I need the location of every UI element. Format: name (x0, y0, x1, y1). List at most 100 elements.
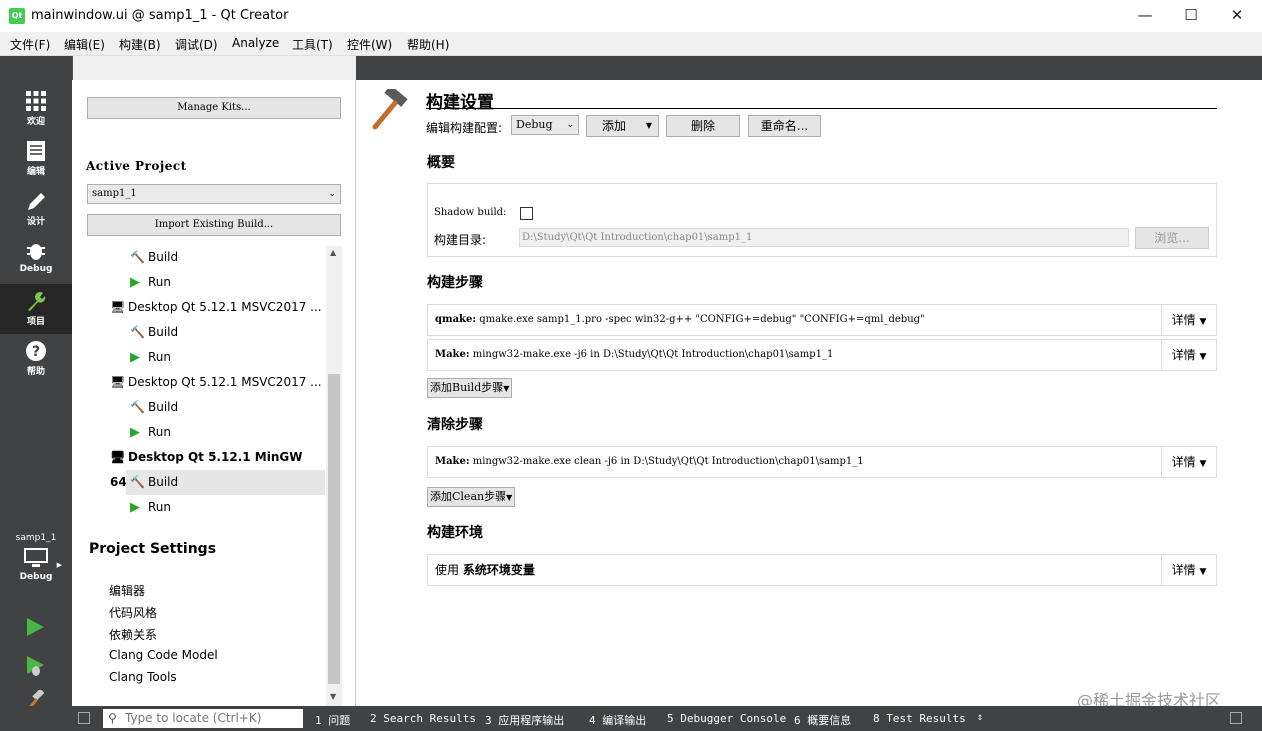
settings-code-style[interactable]: 代码风格 (109, 604, 157, 621)
status-bar: ⚲ Type to locate (Ctrl+K) 1 问题 2 Search … (72, 706, 1262, 731)
details-button[interactable]: 详情 ▼ (1161, 555, 1216, 585)
chevron-down-icon: ⌄ (328, 189, 336, 199)
dropdown-arrow-icon: ▼ (645, 121, 652, 130)
step-args: qmake.exe samp1_1.pro -spec win32-g++ "C… (479, 314, 925, 325)
scroll-down-icon[interactable]: ▼ (330, 692, 336, 701)
step-args: mingw32-make.exe clean -j6 in D:\Study\Q… (472, 456, 864, 467)
window-title: mainwindow.ui @ samp1_1 - Qt Creator (31, 8, 289, 23)
pane-issues[interactable]: 1 问题 (315, 712, 350, 728)
help-icon: ? (26, 341, 46, 361)
tree-kit-mingw[interactable]: 🖥Desktop Qt 5.12.1 MinGW 64... (110, 445, 325, 489)
locate-input[interactable]: ⚲ Type to locate (Ctrl+K) (103, 709, 303, 728)
mode-debug[interactable]: Debug (0, 234, 72, 284)
tree-kit-msvc-2[interactable]: 🖥 Desktop Qt 5.12.1 MSVC2017 ... (110, 370, 325, 395)
tree-kit-msvc-1[interactable]: 🖥 Desktop Qt 5.12.1 MSVC2017 ... (110, 295, 325, 320)
tree-run[interactable]: ▶ Run (130, 270, 325, 295)
hammer-icon: 🔨 (130, 400, 145, 414)
hammer-icon: 🔨 (130, 475, 145, 489)
config-combo[interactable]: Debug ⌄ (511, 115, 579, 135)
scrollbar-thumb[interactable] (328, 374, 340, 684)
pane-search-results[interactable]: 2 Search Results (370, 712, 476, 725)
menu-widgets[interactable]: 控件(W) (347, 36, 392, 53)
dropdown-arrow-icon: ▼ (1199, 352, 1207, 362)
clean-step-make: Make: mingw32-make.exe clean -j6 in D:\S… (427, 446, 1217, 478)
active-project-combo[interactable]: samp1_1 ⌄ (87, 184, 341, 204)
build-step-qmake: qmake: qmake.exe samp1_1.pro -spec win32… (427, 304, 1217, 336)
sidebar-scrollbar[interactable]: ▲ ▼ (326, 246, 342, 706)
mode-help[interactable]: ? 帮助 (0, 334, 72, 384)
mode-design[interactable]: 设计 (0, 184, 72, 234)
details-button[interactable]: 详情 ▼ (1161, 305, 1216, 335)
menu-analyze[interactable]: Analyze (232, 36, 279, 50)
debug-run-button[interactable] (24, 654, 46, 681)
browse-button[interactable]: 浏览... (1135, 227, 1209, 249)
details-button[interactable]: 详情 ▼ (1161, 447, 1216, 477)
scroll-up-icon[interactable]: ▲ (330, 248, 336, 257)
pane-app-output[interactable]: 3 应用程序输出 (485, 712, 564, 728)
kit-arrow-icon: ▶ (56, 561, 62, 569)
pane-switch-icon[interactable]: ⇕ (977, 712, 983, 723)
build-steps-heading: 构建步骤 (427, 275, 483, 291)
add-clean-step-button[interactable]: 添加Clean步骤▼ (427, 487, 516, 507)
qt-icon: Qt (9, 8, 25, 24)
shadow-build-label: Shadow build: (434, 207, 507, 218)
shadow-build-checkbox[interactable] (520, 207, 533, 220)
mode-welcome[interactable]: 欢迎 (0, 84, 72, 134)
search-icon: ⚲ (108, 711, 117, 725)
add-config-button[interactable]: 添加 ▼ (586, 115, 659, 137)
pane-general-messages[interactable]: 6 概要信息 (794, 712, 851, 728)
document-icon (27, 141, 45, 161)
tree-run[interactable]: ▶ Run (130, 345, 325, 370)
page-title: 构建设置 (426, 93, 494, 113)
run-icon (27, 618, 44, 636)
tree-run[interactable]: ▶ Run (130, 495, 325, 520)
pane-compile-output[interactable]: 4 编译输出 (589, 712, 646, 728)
pencil-icon (28, 193, 45, 210)
pane-test-results[interactable]: 8 Test Results (873, 712, 966, 725)
dropdown-arrow-icon: ▼ (1199, 567, 1207, 577)
menu-build[interactable]: 构建(B) (119, 36, 161, 53)
tree-run[interactable]: ▶ Run (130, 420, 325, 445)
run-button[interactable] (24, 616, 46, 641)
menu-tools[interactable]: 工具(T) (292, 36, 333, 53)
tree-build[interactable]: 🔨 Build (130, 395, 325, 420)
menu-help[interactable]: 帮助(H) (407, 36, 449, 53)
rename-config-button[interactable]: 重命名... (748, 115, 821, 137)
maximize-button[interactable]: ☐ (1168, 0, 1214, 32)
pane-debugger-console[interactable]: 5 Debugger Console (667, 712, 786, 725)
sidebar-toggle-icon[interactable] (78, 712, 90, 724)
statusbar-left (0, 706, 72, 731)
mode-edit[interactable]: 编辑 (0, 134, 72, 184)
overview-panel: Shadow build: 构建目录: D:\Study\Qt\Qt Intro… (427, 183, 1217, 257)
dropdown-arrow-icon: ▼ (1199, 459, 1207, 469)
manage-kits-button[interactable]: Manage Kits... (87, 97, 341, 119)
settings-editor[interactable]: 编辑器 (109, 582, 145, 599)
grid-icon (26, 91, 46, 111)
tree-build[interactable]: 🔨 Build (130, 320, 325, 345)
minimize-button[interactable]: — (1122, 0, 1168, 32)
title-underline (426, 108, 1217, 109)
monitor-icon: 🖥 (110, 375, 126, 389)
settings-clang-code-model[interactable]: Clang Code Model (109, 648, 218, 662)
tree-build[interactable]: 🔨 Build (130, 245, 325, 270)
settings-dependencies[interactable]: 依赖关系 (109, 626, 157, 643)
close-button[interactable]: ✕ (1214, 0, 1260, 32)
add-build-step-button[interactable]: 添加Build步骤▼ (427, 378, 513, 398)
import-build-button[interactable]: Import Existing Build... (87, 214, 341, 236)
menu-edit[interactable]: 编辑(E) (64, 36, 105, 53)
settings-clang-tools[interactable]: Clang Tools (109, 670, 177, 684)
menu-file[interactable]: 文件(F) (10, 36, 50, 53)
build-dir-field[interactable]: D:\Study\Qt\Qt Introduction\chap01\samp1… (519, 228, 1129, 247)
tree-build-selected[interactable]: 🔨 Build (126, 470, 325, 495)
delete-config-button[interactable]: 删除 (666, 115, 740, 137)
active-project-value: samp1_1 (92, 188, 137, 199)
menu-debug[interactable]: 调试(D) (175, 36, 218, 53)
kit-selector[interactable]: samp1_1 ▶ Debug (0, 524, 72, 604)
env-heading: 构建环境 (427, 525, 483, 541)
output-toggle-icon[interactable] (1230, 712, 1242, 724)
details-button[interactable]: 详情 ▼ (1161, 340, 1216, 370)
run-icon: ▶ (130, 350, 140, 365)
mode-projects[interactable]: 项目 (0, 284, 72, 334)
run-icon: ▶ (130, 275, 140, 290)
env-value: 系统环境变量 (462, 563, 535, 577)
